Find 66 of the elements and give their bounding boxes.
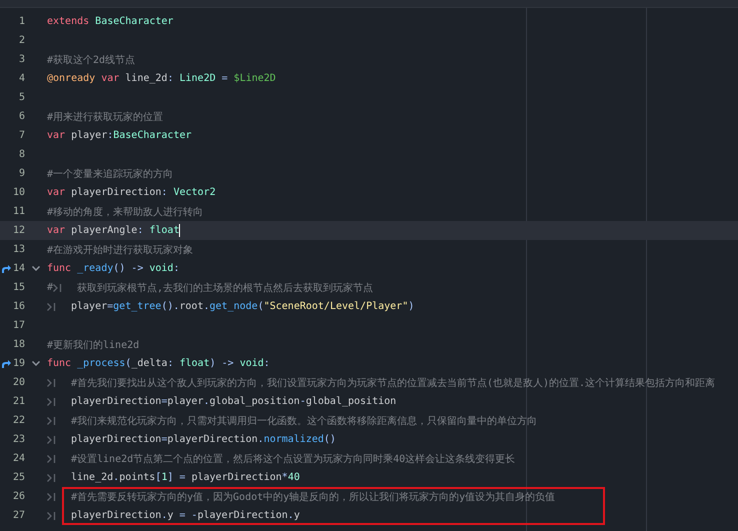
code-text: line_2d.points[1] = playerDirection*40	[71, 472, 300, 483]
line-number: 26	[12, 491, 25, 502]
line-number: 15	[12, 282, 25, 293]
line-number: 1	[18, 16, 25, 27]
line-number: 5	[18, 92, 25, 103]
line-number: 2	[18, 35, 25, 46]
tab-indent-icon	[47, 454, 56, 462]
code-text: player=get_tree().root.get_node("SceneRoot/Level/Player")	[71, 301, 414, 312]
tab-indent-icon	[53, 284, 62, 292]
code-text: #用来进行获取玩家的位置	[47, 110, 164, 124]
line-number: 4	[18, 73, 25, 84]
code-text: #一个变量来追踪玩家的方向	[47, 168, 174, 180]
code-text: #设置line2d节点第二个点的位置，然后将这个点设置为玩家方向同时乘40这样会让这条线变得更长	[71, 452, 516, 466]
line-number: 24	[12, 453, 25, 464]
line-number: 23	[12, 434, 25, 445]
text-cursor	[179, 224, 180, 237]
code-text: @onready var line_2d: Line2D = $Line2D	[47, 73, 276, 84]
code-text: 获取到玩家根节点,去我们的主场景的根节点然后去获取到玩家节点	[77, 282, 374, 294]
line-number: 11	[12, 206, 25, 217]
tab-indent-icon	[47, 512, 56, 520]
line-number: 9	[18, 168, 25, 179]
tab-indent-icon	[47, 416, 56, 424]
code-text: playerDirection=playerDirection.normalized()	[71, 434, 336, 445]
code-text: var playerAngle: float	[47, 225, 180, 236]
line-number: 21	[12, 396, 25, 407]
override-arrow-icon[interactable]	[1, 358, 11, 368]
code-text: #首先需要反转玩家方向的y值，因为Godot中的y轴是反向的，所以让我们将玩家方向的y值设为其自身的负值	[71, 490, 556, 504]
code-text: #更新我们的line2d	[47, 338, 140, 352]
line-number: 10	[12, 187, 25, 198]
code-text: playerDirection.y = -playerDirection.y	[71, 510, 300, 521]
line-number: 16	[12, 301, 25, 312]
line-number: 14	[12, 263, 25, 274]
line-number: 13	[12, 244, 25, 255]
code-text: func _process(_delta: float) -> void:	[47, 358, 270, 369]
line-number: 22	[12, 415, 25, 426]
tab-indent-icon	[47, 492, 56, 500]
code-text: #在游戏开始时进行获取玩家对象	[47, 244, 194, 256]
tab-indent-icon	[47, 436, 56, 444]
tab-indent-icon	[47, 302, 56, 310]
code-text: var player:BaseCharacter	[47, 130, 192, 141]
line-number: 8	[18, 149, 25, 160]
chevron-down-icon[interactable]	[32, 266, 40, 271]
tab-indent-icon	[47, 378, 56, 386]
tab-indent-icon	[47, 474, 56, 482]
code-text: var playerDirection: Vector2	[47, 187, 216, 198]
line-number: 6	[18, 111, 25, 122]
code-text: #首先我们要找出从这个敌人到玩家的方向，我们设置玩家方向为玩家节点的位置减去当前节点(也就是敌人)的位置.这个计算结果包括方向和距离	[71, 376, 716, 390]
code-text: func _ready() -> void:	[47, 263, 180, 274]
line-number: 19	[12, 358, 25, 369]
line-number: 25	[12, 472, 25, 483]
code-text: #我们来规范化玩家方向，只需对其调用归一化函数。这个函数将移除距离信息，只保留向量中的单位方向	[71, 414, 538, 428]
tab-indent-icon	[47, 398, 56, 406]
line-number: 7	[18, 130, 25, 141]
code-text: #	[47, 282, 54, 293]
code-text: #移动的角度，来帮助敌人进行转向	[47, 206, 204, 218]
line-number: 3	[18, 54, 25, 65]
code-text: extends BaseCharacter	[47, 16, 174, 27]
override-arrow-icon[interactable]	[1, 264, 11, 274]
line-number: 27	[12, 510, 25, 521]
line-number: 18	[12, 339, 25, 350]
line-number: 20	[12, 377, 25, 388]
line-number: 12	[12, 225, 25, 236]
chevron-down-icon[interactable]	[32, 361, 40, 366]
code-text: #获取这个2d线节点	[47, 54, 136, 66]
line-number: 17	[12, 320, 25, 331]
code-text: playerDirection=player.global_position-global_position	[71, 396, 396, 407]
